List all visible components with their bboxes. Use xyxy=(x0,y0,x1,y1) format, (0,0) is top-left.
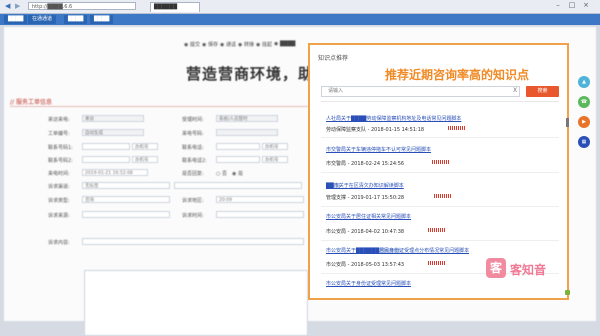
form-label: 诉求类型: xyxy=(48,198,70,204)
toolbar-save-button[interactable]: ◉ 保存 xyxy=(202,41,218,48)
side-phone-button[interactable]: ☎ xyxy=(578,96,590,108)
nav-item-1[interactable]: ████ xyxy=(4,15,28,24)
result-meta: 市公安局 - 2018-04-02 10:47:38 xyxy=(326,229,405,235)
result-link[interactable]: ██市关于在区清欠办知识解读脚本 xyxy=(326,182,404,189)
result-meta: 市交警局 - 2018-02-24 15:24:56 xyxy=(326,161,405,167)
source-select[interactable] xyxy=(82,211,170,218)
side-up-button[interactable]: ▲ xyxy=(578,76,590,88)
toolbar-transfer-button[interactable]: ◉ 转接 xyxy=(238,41,254,48)
form-label: 来访来电: xyxy=(48,117,70,123)
type-select[interactable]: 咨询 xyxy=(82,196,170,203)
form-label: 联系电话2: xyxy=(182,158,207,164)
resize-handle[interactable] xyxy=(565,290,570,295)
nav-item-4[interactable]: ████ xyxy=(90,15,114,24)
app-nav-bar: ████ 在通通道 ████ ████ xyxy=(0,14,600,25)
section-divider xyxy=(10,106,308,107)
annotation-callout: 推荐近期咨询率高的知识点 xyxy=(385,68,530,82)
receive-time-field: 系统/人员暂时 xyxy=(216,115,278,122)
search-button[interactable]: 搜索 xyxy=(526,86,559,97)
row-divider xyxy=(321,206,559,207)
heat-bars xyxy=(434,194,451,198)
minimize-icon[interactable]: – xyxy=(552,1,564,10)
result-link[interactable]: 市公安局关于██████居民身份证受理点分布情况常见问题脚本 xyxy=(326,247,469,254)
call-time-field[interactable]: 2019-01-21 16:52:08 xyxy=(82,169,148,176)
maximize-icon[interactable]: □ xyxy=(566,1,578,10)
form-label: 来电时间: xyxy=(48,171,70,177)
row-divider xyxy=(321,137,559,138)
form-label: 诉求地区: xyxy=(182,198,204,204)
phone1-ext-field[interactable]: 办机号 xyxy=(132,143,158,150)
result-meta: 管理支撑 - 2019-01-17 15:50:28 xyxy=(326,195,405,201)
result-link[interactable]: 市公安局关于居住证相关常见问题脚本 xyxy=(326,213,411,220)
toolbar-hold-button[interactable]: ◉ 挂起 xyxy=(256,41,272,48)
scrollbar-thumb[interactable] xyxy=(566,118,569,127)
browser-tab[interactable]: ██████ xyxy=(150,2,200,12)
page-title: 营造营商环境，助 xyxy=(186,65,315,83)
result-meta: 市公安局 - 2018-05-03 13:57:43 xyxy=(326,262,405,268)
nav-item-3[interactable]: ████ xyxy=(64,15,88,24)
caller-number-field xyxy=(216,129,278,136)
row-divider xyxy=(321,240,559,241)
watermark-text: 客知音 xyxy=(510,263,547,277)
watermark-logo: 客 xyxy=(486,258,506,278)
close-icon[interactable]: × xyxy=(580,1,592,10)
scope-select[interactable]: 20:09 xyxy=(216,196,304,203)
form-label: 联系号码2: xyxy=(48,158,73,164)
content-textarea[interactable] xyxy=(84,270,308,336)
result-link[interactable]: 市交警局关于车辆违停拖车不认可常见问题脚本 xyxy=(326,146,431,153)
heat-bars xyxy=(428,261,445,265)
divider xyxy=(321,101,559,102)
result-link[interactable]: 人社局关于████劳动保障监察机构地址及电话常见问题脚本 xyxy=(326,115,461,122)
nav-item-2[interactable]: 在通通道 xyxy=(28,15,57,24)
order-no-field: 自动生成 xyxy=(82,129,144,136)
form-label: 联系号码1: xyxy=(48,145,73,151)
reply-no-radio[interactable]: ○ 否 xyxy=(216,170,227,177)
form-label: 诉求渠道: xyxy=(48,184,70,190)
region-select[interactable] xyxy=(174,182,302,189)
toolbar-submit-button[interactable]: ◉ 提交 xyxy=(184,41,200,48)
content-summary-field[interactable] xyxy=(82,238,304,245)
form-label: 是否回复: xyxy=(182,171,204,177)
clear-icon[interactable]: X xyxy=(513,87,517,94)
phone2-field[interactable] xyxy=(82,156,130,163)
contact-phone2-field[interactable] xyxy=(216,156,260,163)
back-icon[interactable]: ◀ xyxy=(5,2,10,10)
form-label: 受理时间: xyxy=(182,117,204,123)
channel-select[interactable]: 无标签 xyxy=(82,182,170,189)
result-link[interactable]: 市公安局关于身份证受理常见问题脚本 xyxy=(326,280,411,287)
address-bar[interactable]: http://████.6.6 xyxy=(28,2,136,10)
form-label: 来电号码: xyxy=(182,131,204,137)
heat-bars xyxy=(432,160,449,164)
toolbar-call-button[interactable]: ◉ 通话 xyxy=(220,41,236,48)
form-label: 诉求时间: xyxy=(182,213,204,219)
contact-phone2-ext-field[interactable]: 办机号 xyxy=(262,156,288,163)
knowledge-search-input[interactable]: 请输入 xyxy=(321,86,520,97)
forward-icon[interactable]: ▶ xyxy=(15,2,20,10)
browser-title-bar: ◀ ▶ http://████.6.6 ██████ – □ × xyxy=(0,0,600,14)
side-grid-button[interactable]: ▦ xyxy=(578,136,590,148)
phone1-field[interactable] xyxy=(82,143,130,150)
contact-phone-field[interactable] xyxy=(216,143,260,150)
heat-bars xyxy=(428,228,445,232)
phone2-ext-field[interactable]: 办机号 xyxy=(132,156,158,163)
toolbar-extra-button[interactable]: ◉ ████ xyxy=(274,41,295,47)
reply-yes-radio[interactable]: ◉ 是 xyxy=(232,170,243,177)
visit-field[interactable]: 来访 xyxy=(82,115,144,122)
side-play-button[interactable]: ▶ xyxy=(578,116,590,128)
row-divider xyxy=(321,172,559,173)
heat-bars xyxy=(448,126,465,130)
result-meta: 劳动保障监察支队 - 2018-01-15 14:51:18 xyxy=(326,127,425,133)
contact-phone-ext-field[interactable]: 办机号 xyxy=(262,143,288,150)
form-label: 联系电话: xyxy=(182,145,204,151)
panel-title: 知识点推荐 xyxy=(318,55,349,62)
form-label: 诉求来源: xyxy=(48,213,70,219)
section-title: // 服务工单信息 xyxy=(10,99,52,106)
form-label: 诉求内容: xyxy=(48,240,70,246)
form-label: 工单编号: xyxy=(48,131,70,137)
source2-select[interactable] xyxy=(216,211,304,218)
